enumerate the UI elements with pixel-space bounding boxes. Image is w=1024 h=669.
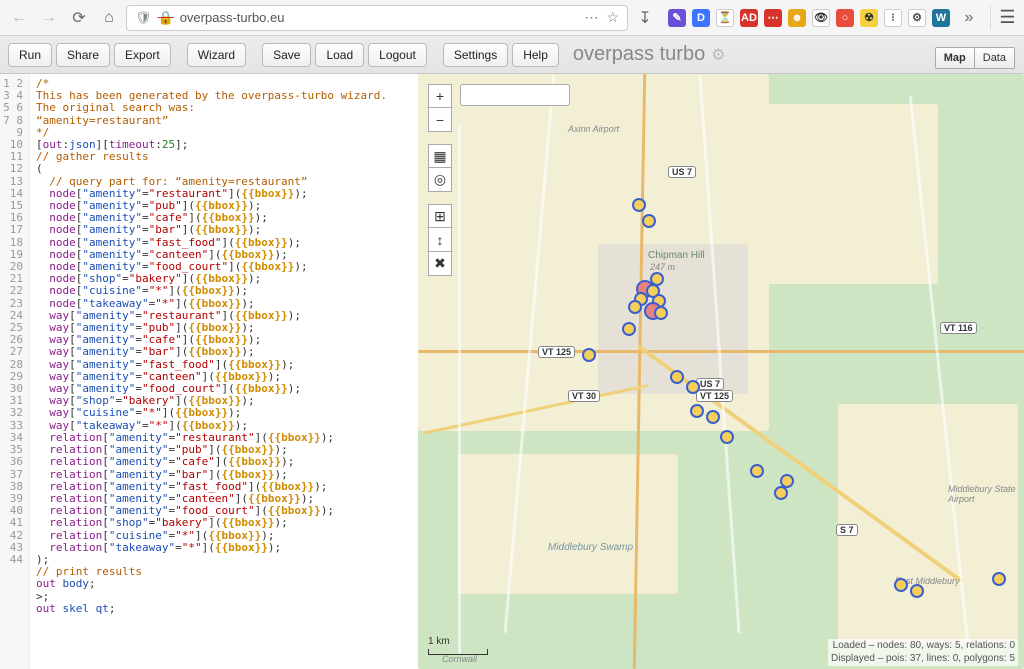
zoom-controls: + − — [428, 84, 452, 132]
reload-button[interactable]: ⟳ — [66, 6, 92, 30]
ext-icon[interactable]: ⚙ — [908, 9, 926, 27]
extension-icons: ✎ D ⏳ AD ⋯ ☻ 👁 ○ ☢ ⁝ ⚙ W » — [668, 6, 982, 30]
poi-marker[interactable] — [774, 486, 788, 500]
map-scale: 1 km — [428, 636, 488, 655]
ext-icon[interactable]: ⏳ — [716, 9, 734, 27]
url-bar[interactable]: 🛡 🔒 overpass-turbo.eu ⋯ ☆ — [126, 5, 628, 31]
settings-button[interactable]: Settings — [443, 43, 508, 67]
road-shield: VT 125 — [696, 390, 733, 402]
ext-icon[interactable]: 👁 — [812, 9, 830, 27]
clear-button[interactable]: ✖ — [428, 252, 452, 276]
toggle-layers-button[interactable]: ↕ — [428, 228, 452, 252]
ext-icon[interactable]: ⋯ — [764, 9, 782, 27]
more-extensions-icon[interactable]: » — [956, 6, 982, 30]
tab-data[interactable]: Data — [975, 47, 1015, 69]
wizard-button[interactable]: Wizard — [187, 43, 246, 67]
ext-icon[interactable]: ⁝ — [884, 9, 902, 27]
forward-button[interactable]: → — [36, 6, 62, 30]
poi-marker[interactable] — [670, 370, 684, 384]
code-content[interactable]: /* This has been generated by the overpa… — [30, 74, 418, 669]
road-shield: VT 30 — [568, 390, 600, 402]
status-bar: Loaded – nodes: 80, ways: 5, relations: … — [828, 639, 1018, 666]
zoom-to-data-button[interactable]: ▦ — [428, 144, 452, 168]
help-button[interactable]: Help — [512, 43, 559, 67]
download-icon[interactable]: ↧ — [632, 6, 658, 30]
gear-icon: ⚙ — [711, 45, 725, 65]
ext-icon[interactable]: D — [692, 9, 710, 27]
map-tools-2: ⊞ ↕ ✖ — [428, 204, 452, 276]
reader-icon[interactable]: ⋯ — [584, 9, 598, 26]
map-label: Middlebury State Airport — [948, 484, 1024, 504]
ext-icon[interactable]: ✎ — [668, 9, 686, 27]
run-button[interactable]: Run — [8, 43, 52, 67]
poi-marker[interactable] — [632, 198, 646, 212]
shield-icon: 🛡 — [135, 10, 152, 26]
road-shield: S 7 — [836, 524, 858, 536]
map[interactable]: US 7US 7VT 125VT 116VT 125VT 30S 7Middle… — [418, 74, 1024, 669]
ext-icon[interactable]: AD — [740, 9, 758, 27]
poi-marker[interactable] — [628, 300, 642, 314]
select-bbox-button[interactable]: ⊞ — [428, 204, 452, 228]
code-editor[interactable]: 1 2 3 4 5 6 7 8 9 10 11 12 13 14 15 16 1… — [0, 74, 418, 669]
poi-marker[interactable] — [780, 474, 794, 488]
road-shield: VT 116 — [940, 322, 977, 334]
road-shield: VT 125 — [538, 346, 575, 358]
back-button[interactable]: ← — [6, 6, 32, 30]
menu-button[interactable]: ☰ — [990, 6, 1018, 30]
status-loaded: Loaded – nodes: 80, ways: 5, relations: … — [831, 640, 1015, 653]
poi-marker[interactable] — [582, 348, 596, 362]
toolbar: Run Share Export Wizard Save Load Logout… — [0, 36, 1024, 74]
map-label: Axinn Airport — [568, 124, 619, 134]
tab-map[interactable]: Map — [935, 47, 975, 69]
map-label: Cornwall — [442, 654, 477, 664]
road-shield: US 7 — [696, 378, 724, 390]
ext-icon[interactable]: ○ — [836, 9, 854, 27]
poi-marker[interactable] — [910, 584, 924, 598]
map-search-input[interactable] — [460, 84, 570, 106]
map-label: Middlebury Swamp — [548, 542, 633, 553]
poi-marker[interactable] — [654, 306, 668, 320]
ext-icon[interactable]: ☻ — [788, 9, 806, 27]
zoom-in-button[interactable]: + — [428, 84, 452, 108]
line-gutter: 1 2 3 4 5 6 7 8 9 10 11 12 13 14 15 16 1… — [0, 74, 30, 669]
browser-chrome: ← → ⟳ ⌂ 🛡 🔒 overpass-turbo.eu ⋯ ☆ ↧ ✎ D … — [0, 0, 1024, 36]
ext-icon[interactable]: W — [932, 9, 950, 27]
poi-marker[interactable] — [992, 572, 1006, 586]
map-label: 247 m — [650, 262, 675, 272]
poi-marker[interactable] — [642, 214, 656, 228]
logout-button[interactable]: Logout — [368, 43, 427, 67]
road-shield: US 7 — [668, 166, 696, 178]
locate-button[interactable]: ◎ — [428, 168, 452, 192]
poi-marker[interactable] — [686, 380, 700, 394]
poi-marker[interactable] — [894, 578, 908, 592]
poi-marker[interactable] — [622, 322, 636, 336]
url-text: overpass-turbo.eu — [180, 10, 579, 25]
poi-marker[interactable] — [750, 464, 764, 478]
status-displayed: Displayed – pois: 37, lines: 0, polygons… — [831, 653, 1015, 666]
security-icon: 🔒 — [158, 10, 174, 26]
poi-marker[interactable] — [720, 430, 734, 444]
export-button[interactable]: Export — [114, 43, 171, 67]
save-button[interactable]: Save — [262, 43, 311, 67]
zoom-out-button[interactable]: − — [428, 108, 452, 132]
favorite-icon[interactable]: ☆ — [606, 9, 619, 26]
load-button[interactable]: Load — [315, 43, 364, 67]
map-label: Chipman Hill — [648, 250, 705, 261]
view-tabs: Map Data — [935, 47, 1015, 69]
home-button[interactable]: ⌂ — [96, 6, 122, 30]
app-title: overpass turbo⚙ — [573, 43, 726, 66]
ext-icon[interactable]: ☢ — [860, 9, 878, 27]
share-button[interactable]: Share — [56, 43, 110, 67]
map-tools-1: ▦ ◎ — [428, 144, 452, 192]
poi-marker[interactable] — [706, 410, 720, 424]
poi-marker[interactable] — [690, 404, 704, 418]
